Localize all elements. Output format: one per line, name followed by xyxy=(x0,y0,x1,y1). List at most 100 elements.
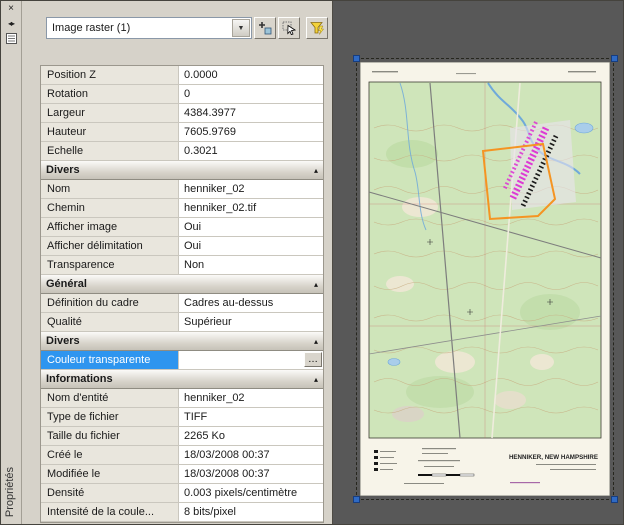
property-label[interactable]: Créé le xyxy=(41,446,179,465)
property-row: Chemin henniker_02.tif xyxy=(41,199,323,218)
property-grid: Position Z 0.0000 Rotation 0 Largeur 4384.397… xyxy=(40,65,324,523)
property-label[interactable]: Transparence xyxy=(41,256,179,275)
property-label[interactable]: Densité xyxy=(41,484,179,503)
property-row: Modifiée le 18/03/2008 00:37 xyxy=(41,465,323,484)
property-value[interactable]: henniker_02 xyxy=(179,389,323,408)
property-label[interactable]: Largeur xyxy=(41,104,179,123)
property-label[interactable]: Rotation xyxy=(41,85,179,104)
property-row: Afficher délimitation Oui xyxy=(41,237,323,256)
property-row: Echelle 0.3021 xyxy=(41,142,323,161)
property-label[interactable]: Type de fichier xyxy=(41,408,179,427)
section-header[interactable]: Divers ▴ xyxy=(41,161,323,180)
close-icon[interactable]: × xyxy=(3,3,19,16)
property-value[interactable]: 0 xyxy=(179,85,323,104)
property-value-text: 18/03/2008 00:37 xyxy=(184,468,270,480)
property-label[interactable]: Echelle xyxy=(41,142,179,161)
property-value[interactable]: 2265 Ko xyxy=(179,427,323,446)
property-value-text: 2265 Ko xyxy=(184,430,225,442)
property-value[interactable]: henniker_02 xyxy=(179,180,323,199)
property-value[interactable]: 8 bits/pixel xyxy=(179,503,323,522)
section-header[interactable]: Divers ▴ xyxy=(41,332,323,351)
property-value-text: 7605.9769 xyxy=(184,126,236,138)
property-value[interactable]: Oui xyxy=(179,218,323,237)
property-label[interactable]: Position Z xyxy=(41,66,179,85)
section-header[interactable]: Général ▴ xyxy=(41,275,323,294)
property-row: Position Z 0.0000 xyxy=(41,66,323,85)
property-label[interactable]: Afficher délimitation xyxy=(41,237,179,256)
palette-body: Image raster (1) ▼ Position Z 0.0000 Rot… xyxy=(22,1,332,524)
palette-title-bar: × ◂▸ Propriétés xyxy=(1,1,22,524)
property-label[interactable]: Modifiée le xyxy=(41,465,179,484)
property-label[interactable]: Nom xyxy=(41,180,179,199)
property-label[interactable]: Couleur transparente xyxy=(41,351,179,370)
grip-handle[interactable] xyxy=(353,55,360,62)
grip-handle[interactable] xyxy=(353,496,360,503)
property-row: Nom henniker_02 xyxy=(41,180,323,199)
property-row: Qualité Supérieur xyxy=(41,313,323,332)
auto-hide-icon[interactable]: ◂▸ xyxy=(3,18,19,31)
palette-menu-icon[interactable] xyxy=(3,33,19,46)
property-value[interactable]: 0.3021 xyxy=(179,142,323,161)
property-value[interactable]: … xyxy=(179,351,323,370)
property-row: Taille du fichier 2265 Ko xyxy=(41,427,323,446)
property-value-text: 4384.3977 xyxy=(184,107,236,119)
property-value[interactable]: Oui xyxy=(179,237,323,256)
property-value[interactable]: Non xyxy=(179,256,323,275)
property-label[interactable]: Qualité xyxy=(41,313,179,332)
collapse-icon[interactable]: ▴ xyxy=(314,337,323,346)
property-value[interactable]: 0.0000 xyxy=(179,66,323,85)
grip-handle[interactable] xyxy=(611,55,618,62)
property-value[interactable]: Supérieur xyxy=(179,313,323,332)
section-header-label: Divers xyxy=(46,164,80,176)
property-value-text: henniker_02 xyxy=(184,183,245,195)
property-row: Densité 0.003 pixels/centimètre xyxy=(41,484,323,503)
property-value[interactable]: Cadres au-dessus xyxy=(179,294,323,313)
toggle-pickadd-button[interactable] xyxy=(254,17,276,39)
select-objects-button[interactable] xyxy=(278,17,300,39)
property-row: Couleur transparente … xyxy=(41,351,323,370)
drawing-canvas[interactable]: HENNIKER, NEW HAMPSHIRE xyxy=(333,1,623,524)
collapse-icon[interactable]: ▴ xyxy=(314,375,323,384)
property-value-text: Oui xyxy=(184,240,202,252)
property-value-text: 18/03/2008 00:37 xyxy=(184,449,270,461)
quick-select-button[interactable] xyxy=(306,17,328,39)
section-header-label: Général xyxy=(46,278,87,290)
grip-handle[interactable] xyxy=(611,496,618,503)
property-value-text: Oui xyxy=(184,221,202,233)
property-label[interactable]: Chemin xyxy=(41,199,179,218)
property-value[interactable]: 0.003 pixels/centimètre xyxy=(179,484,323,503)
ellipsis-button[interactable]: … xyxy=(304,352,322,367)
property-value[interactable]: 18/03/2008 00:37 xyxy=(179,446,323,465)
property-label[interactable]: Taille du fichier xyxy=(41,427,179,446)
property-label[interactable]: Nom d'entité xyxy=(41,389,179,408)
property-row: Nom d'entité henniker_02 xyxy=(41,389,323,408)
object-type-dropdown[interactable]: Image raster (1) ▼ xyxy=(46,17,252,39)
property-value[interactable]: 7605.9769 xyxy=(179,123,323,142)
section-header[interactable]: Informations ▴ xyxy=(41,370,323,389)
property-value[interactable]: henniker_02.tif xyxy=(179,199,323,218)
section-header-label: Divers xyxy=(46,335,80,347)
property-row: Créé le 18/03/2008 00:37 xyxy=(41,446,323,465)
autocad-window: HENNIKER, NEW HAMPSHIRE × ◂▸ Propriétés … xyxy=(0,0,624,525)
property-value-text: 0 xyxy=(184,88,191,100)
object-type-value: Image raster (1) xyxy=(52,22,131,34)
property-value[interactable]: 18/03/2008 00:37 xyxy=(179,465,323,484)
chevron-down-icon[interactable]: ▼ xyxy=(232,19,250,37)
raster-image-preview[interactable]: HENNIKER, NEW HAMPSHIRE xyxy=(360,62,610,496)
property-row: Transparence Non xyxy=(41,256,323,275)
property-label[interactable]: Définition du cadre xyxy=(41,294,179,313)
collapse-icon[interactable]: ▴ xyxy=(314,280,323,289)
property-value-text: 0.3021 xyxy=(184,145,218,157)
property-row: Type de fichier TIFF xyxy=(41,408,323,427)
section-header-label: Informations xyxy=(46,373,113,385)
property-label[interactable]: Intensité de la coule... xyxy=(41,503,179,522)
property-value-text: 0.0000 xyxy=(184,69,218,81)
collapse-icon[interactable]: ▴ xyxy=(314,166,323,175)
property-value[interactable]: TIFF xyxy=(179,408,323,427)
property-row: Hauteur 7605.9769 xyxy=(41,123,323,142)
properties-palette: × ◂▸ Propriétés Image raster (1) ▼ Posit… xyxy=(1,1,333,524)
property-label[interactable]: Afficher image xyxy=(41,218,179,237)
property-value-text: TIFF xyxy=(184,411,208,423)
property-label[interactable]: Hauteur xyxy=(41,123,179,142)
property-value[interactable]: 4384.3977 xyxy=(179,104,323,123)
